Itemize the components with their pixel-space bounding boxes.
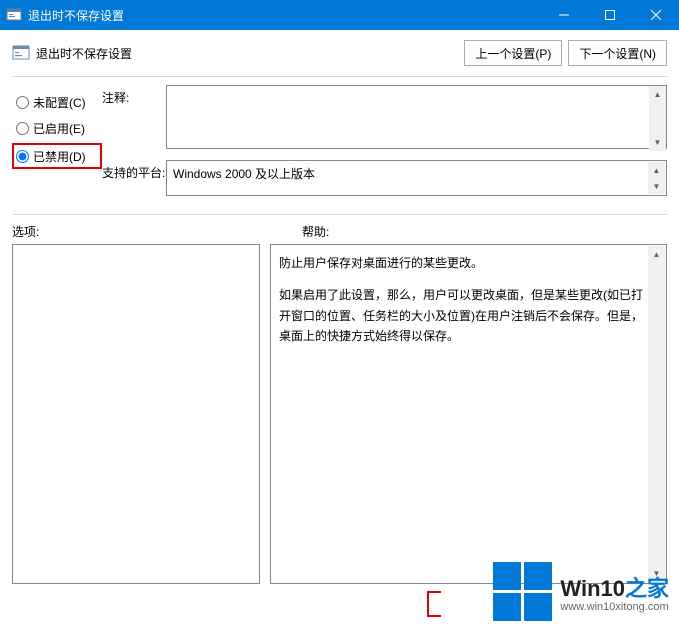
window-title: 退出时不保存设置 [28, 7, 541, 24]
platform-box: Windows 2000 及以上版本 ▲ ▼ [166, 160, 667, 196]
previous-setting-button[interactable]: 上一个设置(P) [464, 40, 562, 66]
scroll-down-icon: ▼ [648, 565, 665, 582]
help-box: 防止用户保存对桌面进行的某些更改。 如果启用了此设置，那么，用户可以更改桌面，但… [270, 244, 667, 584]
radio-not-configured-label: 未配置(C) [33, 94, 86, 111]
platform-value: Windows 2000 及以上版本 [173, 167, 315, 181]
radio-enabled-input[interactable] [16, 122, 29, 135]
mid-right: 注释: ▲ ▼ 支持的平台: Windows 2000 及以上版本 ▲ ▼ [102, 85, 667, 204]
radio-disabled-label: 已禁用(D) [33, 148, 86, 165]
radio-disabled-input[interactable] [16, 150, 29, 163]
highlight-fragment [427, 591, 441, 617]
maximize-button[interactable] [587, 0, 633, 30]
platform-scrollbar: ▲ ▼ [648, 162, 665, 194]
options-label: 选项: [12, 223, 302, 240]
radio-not-configured-input[interactable] [16, 96, 29, 109]
next-setting-button[interactable]: 下一个设置(N) [568, 40, 667, 66]
state-radio-group: 未配置(C) 已启用(E) 已禁用(D) [12, 85, 102, 204]
comment-label: 注释: [102, 85, 166, 152]
window-controls [541, 0, 679, 30]
help-paragraph-1: 防止用户保存对桌面进行的某些更改。 [279, 253, 644, 273]
policy-icon [12, 44, 30, 62]
help-scrollbar[interactable]: ▲ ▼ [648, 246, 665, 582]
mid-section: 未配置(C) 已启用(E) 已禁用(D) 注释: ▲ ▼ 支持的平台: Win [0, 85, 679, 210]
divider [12, 76, 667, 77]
minimize-button[interactable] [541, 0, 587, 30]
radio-not-configured[interactable]: 未配置(C) [12, 89, 102, 115]
help-label: 帮助: [302, 223, 329, 240]
header-row: 退出时不保存设置 上一个设置(P) 下一个设置(N) [0, 30, 679, 72]
app-icon [6, 7, 22, 23]
watermark-url: www.win10xitong.com [560, 601, 669, 613]
lower-labels: 选项: 帮助: [0, 223, 679, 244]
divider [12, 214, 667, 215]
header-title: 退出时不保存设置 [36, 45, 458, 62]
comment-textarea[interactable] [166, 85, 667, 149]
comment-row: 注释: ▲ ▼ [102, 85, 667, 152]
platform-row: 支持的平台: Windows 2000 及以上版本 ▲ ▼ [102, 160, 667, 196]
scroll-up-icon: ▲ [648, 162, 665, 178]
help-paragraph-2: 如果启用了此设置，那么，用户可以更改桌面，但是某些更改(如已打开窗口的位置、任务… [279, 285, 644, 346]
lower-section: 防止用户保存对桌面进行的某些更改。 如果启用了此设置，那么，用户可以更改桌面，但… [0, 244, 679, 594]
options-box [12, 244, 260, 584]
radio-disabled[interactable]: 已禁用(D) [12, 143, 102, 169]
scroll-up-icon: ▲ [648, 246, 665, 263]
radio-enabled[interactable]: 已启用(E) [12, 115, 102, 141]
radio-enabled-label: 已启用(E) [33, 120, 85, 137]
close-button[interactable] [633, 0, 679, 30]
platform-label: 支持的平台: [102, 160, 166, 196]
scroll-down-icon: ▼ [648, 178, 665, 194]
titlebar: 退出时不保存设置 [0, 0, 679, 30]
